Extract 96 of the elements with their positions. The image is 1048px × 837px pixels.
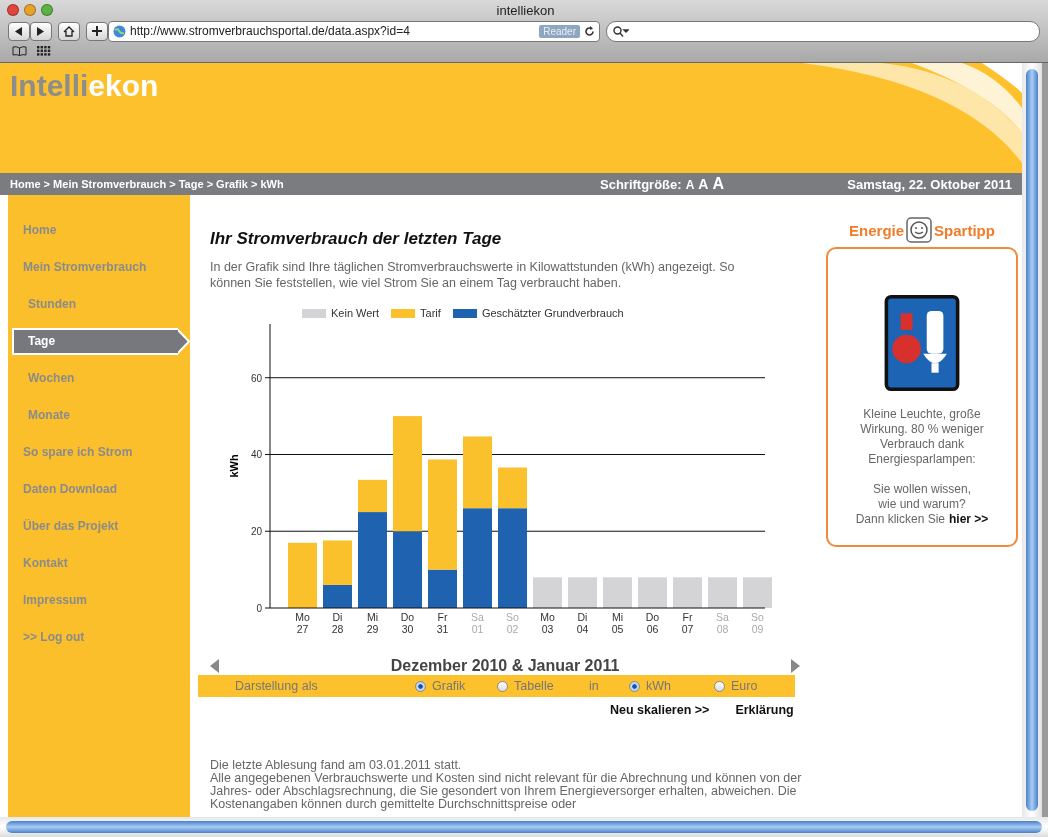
vertical-scrollbar[interactable] (1022, 63, 1042, 817)
category-label: Sa 08 (716, 611, 729, 635)
chart-bar (568, 577, 597, 608)
sidebar-item[interactable]: Kontakt (12, 550, 178, 577)
reader-button[interactable]: Reader (539, 24, 580, 38)
category-label: So 09 (751, 611, 764, 635)
home-button[interactable] (58, 21, 80, 41)
note-text: Alle angegebenen Verbrauchswerte und Kosten sind nicht relevant für die Abrechnung und können von der Jahres- oder Abschlagsrechnung, die Sie gesondert von Ihrem Energieversorger erhalten, abweichen. Die Kostenangaben können durch gemittelte Durchschnittspreise oder (210, 772, 803, 811)
category-label: Mo 27 (295, 611, 310, 635)
back-button[interactable] (8, 21, 30, 41)
category-label: Mi 29 (366, 611, 379, 635)
book-icon[interactable] (12, 46, 27, 56)
selection-arrow-icon (177, 328, 190, 355)
radio-option[interactable]: Euro (714, 679, 794, 693)
period-title: Dezember 2010 & Januar 2011 (390, 657, 620, 675)
text-link[interactable]: Neu skalieren >> (610, 703, 710, 717)
right-triangle-icon (37, 26, 45, 36)
font-size-button[interactable]: A (698, 176, 709, 192)
plus-icon (92, 26, 102, 36)
note-text: Die letzte Ablesung fand am 03.01.2011 statt. (210, 759, 463, 772)
horizontal-scrollbar[interactable] (0, 817, 1048, 837)
axis-label: kWh (228, 454, 240, 478)
zoom-button[interactable] (41, 4, 53, 16)
category-label: Di 04 (576, 611, 589, 635)
tip-heading: Spartipp (934, 221, 995, 239)
sidebar-item[interactable]: Wochen (12, 365, 178, 392)
page-title: Ihr Stromverbrauch der letzten Tage (210, 229, 503, 249)
current-date: Samstag, 22. Oktober 2011 (847, 176, 1012, 192)
chart-bar (603, 577, 632, 608)
legend-swatch (452, 308, 477, 318)
tick-label: 40 (250, 449, 262, 461)
sidebar-item[interactable]: Über das Projekt (12, 513, 178, 540)
category-label: Do 30 (400, 611, 415, 635)
forward-button[interactable] (30, 21, 52, 41)
display-label: Darstellung als (235, 679, 319, 693)
legend-label: Kein Wert (331, 307, 380, 319)
add-bookmark-button[interactable] (86, 21, 108, 41)
sidebar-item[interactable]: Monate (12, 402, 178, 429)
category-label: Sa 01 (471, 611, 484, 635)
legend-swatch (302, 308, 326, 318)
tick-label: 20 (250, 526, 262, 538)
sidebar-item[interactable]: Stunden (12, 291, 178, 318)
left-triangle-icon (15, 26, 23, 36)
sidebar-item[interactable]: So spare ich Strom (12, 439, 178, 466)
category-label: Fr 31 (436, 611, 449, 635)
tip-call-to-action: Dann klicken Sie (855, 512, 945, 527)
font-size-button[interactable]: A (685, 178, 695, 192)
smiley-icon (906, 217, 933, 243)
address-field[interactable]: http://www.stromverbrauchsportal.de/data.aspx?id=4 Reader (108, 20, 600, 42)
chart-bar (673, 577, 702, 608)
category-label: So 02 (506, 611, 519, 635)
legend-label: Geschätzter Grundverbrauch (481, 307, 624, 319)
window-title: intelliekon (496, 2, 556, 18)
tip-heading: Energie (849, 221, 905, 239)
category-label: Di 28 (331, 611, 344, 635)
sidebar-item[interactable]: >> Log out (12, 624, 178, 651)
chart-bar (638, 577, 667, 608)
chart-bar (708, 577, 737, 608)
category-label: Fr 07 (681, 611, 694, 635)
tip-link[interactable]: hier >> (949, 512, 989, 527)
category-label: Mi 05 (611, 611, 624, 635)
intro-text: In der Grafik sind Ihre täglichen Stromverbrauchswerte in Kilowattstunden (kWh) angezeigt. So können Sie feststellen, wie viel Strom Sie an einem Tag verbraucht haben. (210, 259, 736, 291)
tip-text: Kleine Leuchte, große Wirkung. 80 % weniger Verbrauch dank Energiesparlampen: (859, 407, 985, 467)
legend-swatch (391, 308, 416, 318)
radio-option[interactable]: Grafik (415, 679, 497, 693)
minimize-button[interactable] (24, 4, 36, 16)
sidebar-item[interactable]: Mein Stromverbrauch (12, 254, 178, 281)
radio-option[interactable]: kWh (629, 679, 714, 693)
sidebar-item[interactable]: Daten Download (12, 476, 178, 503)
category-label: Mo 03 (540, 611, 555, 635)
category-label: Do 06 (645, 611, 660, 635)
font-size-button[interactable]: A (712, 175, 724, 193)
sidebar-item[interactable]: Home (12, 217, 178, 244)
search-field[interactable] (606, 20, 1040, 42)
grid-icon[interactable] (37, 46, 51, 56)
previous-button[interactable] (210, 659, 219, 673)
chart-bar (288, 542, 317, 608)
tick-label: 60 (250, 372, 262, 384)
tip-question: Sie wollen wissen, wie und warum? (871, 482, 972, 512)
search-icon (613, 25, 629, 37)
close-button[interactable] (7, 4, 19, 16)
radio-option[interactable]: Tabelle (497, 679, 589, 693)
unit-label: in (589, 679, 600, 693)
breadcrumb: Home > Mein Stromverbrauch > Tage > Grafik > kWh (10, 178, 285, 190)
tick-label: 0 (256, 603, 262, 614)
globe-icon (113, 24, 126, 38)
chart-bar (743, 577, 772, 608)
chart-bar (533, 577, 562, 608)
next-button[interactable] (791, 659, 800, 673)
text-link[interactable]: Erklärung (735, 703, 794, 717)
legend-label: Tarif (420, 307, 441, 319)
sidebar-item[interactable]: Impressum (12, 587, 178, 614)
reload-icon[interactable] (584, 25, 595, 37)
home-icon (63, 25, 75, 37)
font-size-label: Schriftgröße: (600, 177, 682, 192)
site-logo[interactable]: Intelliekon (10, 69, 1012, 103)
